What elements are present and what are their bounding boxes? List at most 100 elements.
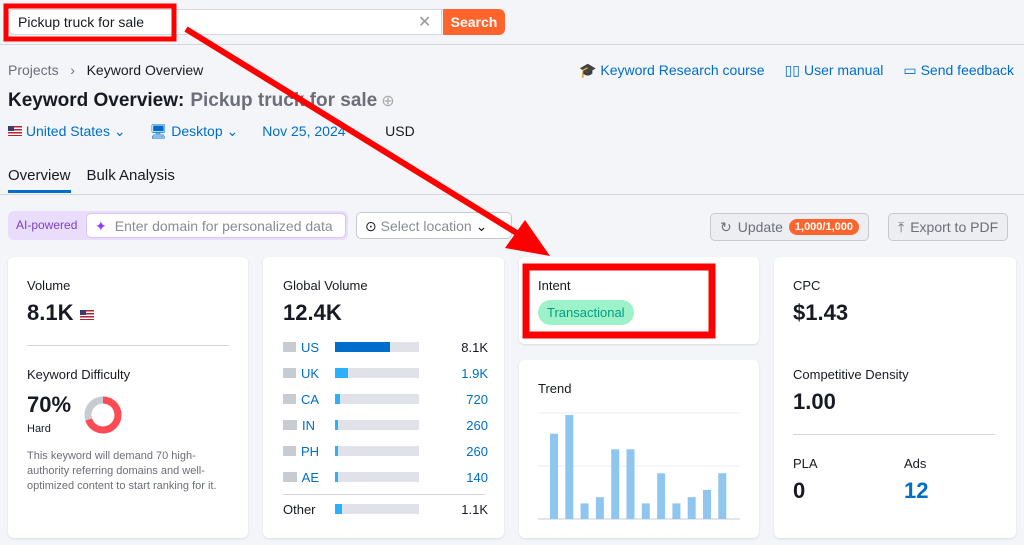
share-bar (335, 342, 419, 352)
chevron-right-icon: › (62, 62, 83, 78)
close-icon[interactable]: ✕ (418, 12, 431, 32)
link-course[interactable]: 🎓 Keyword Research course (579, 62, 765, 79)
currency: USD (385, 123, 415, 139)
share-bar (335, 394, 419, 404)
trend-bar[interactable] (687, 497, 696, 519)
country-code[interactable]: CA (283, 392, 319, 407)
volume-label: Volume (27, 278, 71, 293)
link-label: Keyword Research course (600, 62, 765, 78)
device-select[interactable]: 🖥 Desktop ⌄ (150, 123, 239, 140)
tabs: Overview Bulk Analysis (8, 167, 175, 193)
country-row-us: US 8.1K (283, 338, 488, 356)
trend-bar[interactable] (672, 503, 681, 519)
filters: United States ⌄ 🖥 Desktop ⌄ Nov 25, 2024… (8, 123, 415, 140)
kd-label: Keyword Difficulty (27, 367, 131, 382)
link-feedback[interactable]: ▭ Send feedback (903, 62, 1014, 79)
country-code[interactable]: US (283, 340, 319, 355)
intent-card: Intent Transactional (519, 257, 759, 344)
country-volume[interactable]: 140 (466, 470, 488, 485)
tab-bulk-analysis[interactable]: Bulk Analysis (87, 167, 175, 193)
date-select[interactable]: Nov 25, 2024 ⌄ (262, 123, 361, 140)
trend-bar[interactable] (718, 473, 727, 519)
graduation-cap-icon: 🎓 (578, 62, 597, 78)
country-code[interactable]: IN (283, 418, 319, 433)
title-keyword: Pickup truck for sale (190, 90, 378, 111)
export-pdf-button[interactable]: ⤒ Export to PDF (888, 213, 1009, 241)
country-row-other: Other 1.1K (283, 500, 488, 518)
link-manual[interactable]: ▯▯ User manual (785, 62, 884, 79)
kd-description: This keyword will demand 70 high-authori… (27, 450, 217, 492)
volume-value: 8.1K (27, 300, 94, 326)
kd-level: Hard (27, 423, 51, 435)
ads-label: Ads (904, 456, 927, 471)
trend-bar[interactable] (580, 503, 589, 519)
flag-icon (283, 472, 297, 482)
country-code[interactable]: AE (283, 470, 319, 485)
device-label: Desktop (171, 123, 223, 139)
breadcrumb-current: Keyword Overview (86, 62, 204, 78)
location-pin-icon: ⊙ (365, 218, 377, 234)
location-select[interactable]: ⊙ Select location ⌄ (356, 212, 512, 239)
country-code[interactable]: PH (283, 444, 319, 459)
country-volume[interactable]: 720 (466, 392, 488, 407)
country-volume[interactable]: 260 (466, 418, 488, 433)
update-button[interactable]: ↻ Update 1,000/1,000 (710, 213, 870, 241)
trend-bar[interactable] (641, 503, 650, 519)
book-icon: ▯▯ (784, 62, 800, 78)
country-volume[interactable]: 8.1K (461, 340, 488, 355)
search-button[interactable]: Search (443, 9, 505, 35)
chat-icon: ▭ (903, 62, 917, 78)
breadcrumb-projects[interactable]: Projects (8, 62, 59, 78)
share-bar-fill (335, 472, 339, 482)
trend-bar[interactable] (657, 473, 666, 519)
density-value: 1.00 (793, 389, 836, 414)
share-bar (335, 368, 419, 378)
country-volume[interactable]: 260 (466, 444, 488, 459)
share-bar-fill (335, 394, 341, 404)
volume-card: Volume 8.1K Keyword Difficulty 70% Hard … (8, 257, 248, 538)
country-row-uk: UK 1.9K (283, 364, 488, 382)
domain-input[interactable]: ✦ Enter domain for personalized data (86, 213, 346, 238)
country-select[interactable]: United States ⌄ (8, 123, 126, 140)
export-label: Export to PDF (910, 219, 999, 235)
share-bar (335, 504, 419, 514)
ads-value[interactable]: 12 (904, 478, 928, 504)
tab-overview[interactable]: Overview (8, 167, 71, 193)
share-bar-fill (335, 342, 390, 352)
intent-badge: Transactional (538, 300, 634, 325)
share-bar (335, 472, 419, 482)
other-value: 1.1K (461, 501, 488, 517)
flag-icon (283, 342, 296, 352)
search-input[interactable]: Pickup truck for sale (8, 9, 442, 35)
flag-icon (283, 446, 296, 456)
date-label: Nov 25, 2024 (262, 123, 346, 139)
title-prefix: Keyword Overview: (8, 90, 185, 111)
other-label: Other (283, 501, 316, 517)
country-volume[interactable]: 1.9K (461, 366, 488, 381)
global-volume-value: 12.4K (283, 300, 342, 325)
share-bar-fill (335, 446, 339, 456)
density-label: Competitive Density (793, 367, 909, 382)
trend-bar[interactable] (565, 415, 574, 519)
trend-bar[interactable] (626, 449, 635, 519)
kd-value: 70% (27, 392, 72, 417)
trend-bar[interactable] (703, 489, 711, 519)
trend-bar[interactable] (550, 433, 558, 519)
add-icon[interactable]: ⊕ (381, 93, 394, 110)
share-bar-fill (335, 504, 342, 514)
us-flag-icon (79, 310, 94, 320)
share-bar-fill (335, 420, 339, 430)
country-row-in: IN 260 (283, 416, 488, 434)
country-row-ph: PH 260 (283, 442, 488, 460)
cpc-card: CPC $1.43 Competitive Density 1.00 PLA 0… (774, 257, 1016, 538)
trend-card: Trend (519, 360, 759, 538)
flag-icon (283, 368, 296, 378)
trend-bar[interactable] (611, 449, 620, 519)
country-code[interactable]: UK (283, 366, 319, 381)
trend-bar[interactable] (595, 497, 604, 519)
country-row-ae: AE 140 (283, 468, 488, 486)
flag-icon (283, 420, 297, 430)
link-label: Send feedback (920, 62, 1014, 78)
location-placeholder: Select location (380, 218, 472, 234)
cpc-value: $1.43 (793, 300, 849, 325)
